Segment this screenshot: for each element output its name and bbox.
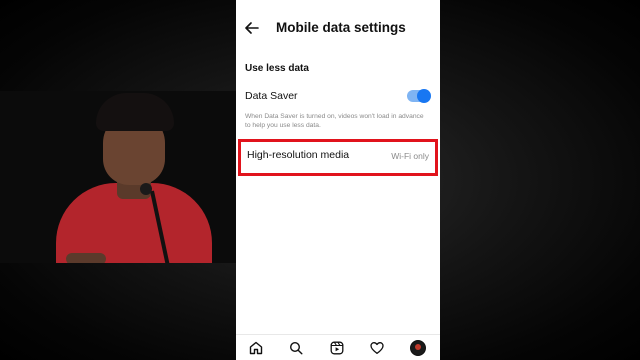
phone-screen: Mobile data settings Use less data Data … bbox=[236, 0, 440, 360]
high-resolution-media-row[interactable]: High-resolution media Wi-Fi only bbox=[238, 139, 438, 176]
home-icon[interactable] bbox=[249, 341, 263, 355]
search-icon[interactable] bbox=[289, 341, 303, 355]
data-saver-description: When Data Saver is turned on, videos won… bbox=[245, 113, 424, 129]
section-title-use-less-data: Use less data bbox=[245, 63, 309, 74]
toggle-knob bbox=[417, 89, 431, 103]
bottom-navigation bbox=[236, 334, 440, 360]
high-resolution-media-label: High-resolution media bbox=[247, 149, 350, 161]
data-saver-label: Data Saver bbox=[245, 90, 298, 102]
back-arrow-icon[interactable] bbox=[244, 20, 260, 36]
page-title: Mobile data settings bbox=[276, 20, 406, 35]
heart-icon[interactable] bbox=[370, 341, 384, 355]
reels-icon[interactable] bbox=[330, 341, 344, 355]
top-bar: Mobile data settings bbox=[236, 0, 440, 58]
webcam-overlay bbox=[0, 91, 236, 263]
profile-avatar[interactable] bbox=[410, 340, 426, 356]
high-resolution-media-value: Wi-Fi only bbox=[391, 151, 429, 161]
presenter-hand bbox=[66, 253, 106, 263]
microphone bbox=[140, 183, 152, 195]
data-saver-toggle[interactable] bbox=[407, 89, 431, 103]
presenter-hair bbox=[96, 93, 174, 131]
